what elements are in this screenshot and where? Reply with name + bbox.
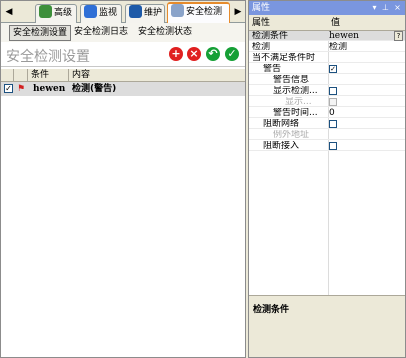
- property-name: 当不满足条件时: [252, 53, 316, 63]
- property-row-show-check[interactable]: 显示检测...: [249, 86, 405, 96]
- warning-checkbox[interactable]: ✓: [329, 65, 337, 73]
- content-cell: 检测(警告): [72, 84, 117, 94]
- maintenance-icon: [129, 5, 142, 18]
- panel-title: 属性: [252, 3, 271, 13]
- dropdown-icon[interactable]: ▾: [369, 2, 380, 13]
- tab-monitor[interactable]: 监视: [80, 4, 122, 23]
- panel-title-bar: 属性 ▾ ⊥ ×: [249, 1, 405, 15]
- tab-scroll-right-icon[interactable]: ▶: [233, 5, 243, 19]
- tab-scroll-left-icon[interactable]: ◀: [4, 5, 14, 19]
- sub-tab-bar: 安全检测设置 安全检测日志 安全检测状态: [1, 23, 245, 42]
- condition-value-field[interactable]: hewen ?: [329, 31, 403, 41]
- advanced-icon: [39, 5, 52, 18]
- subtab-settings[interactable]: 安全检测设置: [9, 25, 72, 41]
- property-name: 例外地址: [273, 130, 310, 140]
- divider: [1, 66, 245, 67]
- property-grid-header: 属性 值: [249, 15, 405, 31]
- property-value[interactable]: 检测: [329, 42, 403, 52]
- apply-button[interactable]: ✓: [225, 47, 239, 61]
- delete-button[interactable]: ×: [187, 47, 201, 61]
- property-name: 警告: [263, 64, 282, 74]
- tab-bar: ◀ 高级 监视 维护 安全检测 ▶: [1, 1, 245, 24]
- description-panel: 检测条件: [249, 295, 405, 357]
- check-icon[interactable]: ✓: [4, 84, 13, 93]
- property-value: [329, 130, 403, 140]
- warning-time-field[interactable]: 0: [329, 108, 403, 118]
- tab-security-check[interactable]: 安全检测: [167, 2, 230, 24]
- property-row-exception-address: 例外地址: [249, 130, 405, 140]
- tab-label: 监视: [99, 8, 118, 18]
- property-value: hewen: [329, 31, 359, 41]
- add-button[interactable]: +: [169, 47, 183, 61]
- property-row-warning-time[interactable]: 警告时间... 0: [249, 108, 405, 118]
- column-check-header[interactable]: [1, 69, 14, 82]
- grid-header: 条件 内容: [1, 68, 245, 82]
- row-checkbox[interactable]: ✓: [4, 82, 13, 96]
- property-name: 显示...: [285, 97, 312, 107]
- block-network-checkbox[interactable]: [329, 120, 337, 128]
- tab-label: 高级: [54, 8, 73, 18]
- property-name: 检测条件: [252, 31, 289, 41]
- condition-cell: hewen: [33, 84, 66, 94]
- property-name: 显示检测...: [273, 86, 318, 96]
- undo-button[interactable]: ↶: [206, 47, 220, 61]
- pin-icon[interactable]: ⊥: [380, 2, 391, 13]
- property-row-when-not-met[interactable]: 当不满足条件时: [249, 53, 405, 63]
- subtab-log[interactable]: 安全检测日志: [71, 25, 131, 41]
- flag-icon: ⚑: [17, 84, 26, 94]
- show-check-checkbox[interactable]: [329, 87, 337, 95]
- property-name: 检测: [252, 42, 271, 52]
- subtab-status[interactable]: 安全检测状态: [135, 25, 195, 41]
- property-row-warning[interactable]: 警告 ✓: [249, 64, 405, 74]
- security-check-icon: [171, 4, 184, 17]
- property-row-condition[interactable]: 检测条件 hewen ?: [249, 31, 405, 41]
- column-condition-header[interactable]: 条件: [28, 69, 69, 82]
- column-content-header[interactable]: 内容: [69, 69, 245, 82]
- property-column-header: 属性: [252, 18, 271, 28]
- security-check-panel: ◀ 高级 监视 维护 安全检测 ▶ 安全检测设置 安全检测日志 安全检测状态 安…: [0, 0, 246, 358]
- block-access-checkbox[interactable]: [329, 142, 337, 150]
- table-row[interactable]: ✓ ⚑ hewen 检测(警告): [1, 82, 245, 96]
- property-row-block-network[interactable]: 阻断网络: [249, 119, 405, 129]
- property-name: 阻断接入: [263, 141, 300, 151]
- property-row-warning-message[interactable]: 警告信息: [249, 75, 405, 85]
- property-name: 警告信息: [273, 75, 310, 85]
- ellipsis-button[interactable]: ?: [394, 31, 403, 41]
- value-column-header: 值: [331, 18, 341, 28]
- show-checkbox: [329, 98, 337, 106]
- property-row-check[interactable]: 检测 检测: [249, 42, 405, 52]
- monitor-icon: [84, 5, 97, 18]
- page-title: 安全检测设置: [6, 49, 90, 65]
- property-row-show: 显示...: [249, 97, 405, 107]
- property-name: 阻断网络: [263, 119, 300, 129]
- tab-label: 安全检测: [186, 7, 223, 17]
- properties-panel: 属性 ▾ ⊥ × 属性 值 检测条件 hewen ? 检测 检测 当不满足条件时…: [248, 0, 406, 358]
- close-icon[interactable]: ×: [392, 2, 403, 13]
- property-name: 警告时间...: [273, 108, 318, 118]
- tab-maintenance[interactable]: 维护: [125, 4, 165, 23]
- column-flag-header[interactable]: [14, 69, 28, 82]
- property-value[interactable]: [329, 75, 403, 85]
- tab-label: 维护: [144, 8, 163, 18]
- description-title: 检测条件: [253, 305, 290, 315]
- tab-advanced[interactable]: 高级: [35, 4, 77, 23]
- property-row-block-access[interactable]: 阻断接入: [249, 141, 405, 151]
